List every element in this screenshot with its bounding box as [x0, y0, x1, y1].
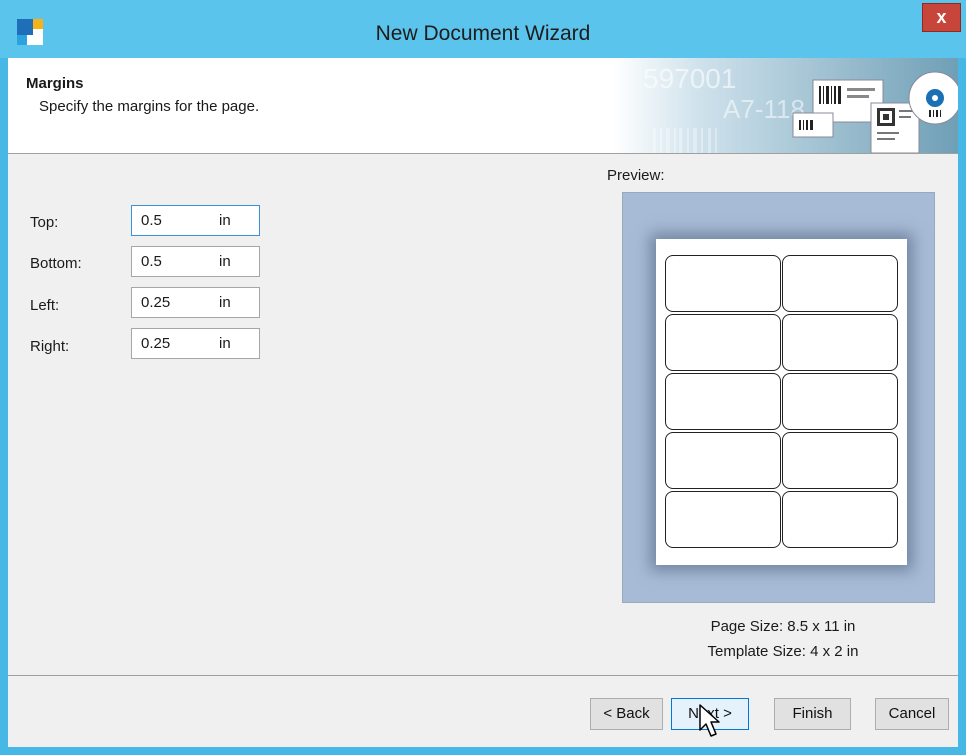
top-margin-input[interactable]: 0.5 in	[131, 205, 260, 236]
header-banner-image: 597001 A7-118	[613, 58, 958, 153]
label-cell	[665, 432, 781, 489]
label-cell	[665, 314, 781, 371]
page-title: Margins	[26, 75, 84, 92]
right-margin-input[interactable]: 0.25 in	[131, 328, 260, 359]
wizard-header: Margins Specify the margins for the page…	[8, 58, 958, 154]
label-cell	[782, 255, 898, 312]
page-subtitle: Specify the margins for the page.	[39, 98, 260, 115]
label-cell	[665, 373, 781, 430]
label-cell	[782, 491, 898, 548]
close-icon: x	[936, 7, 947, 27]
page-sheet	[656, 239, 907, 565]
finish-button[interactable]: Finish	[774, 698, 851, 730]
template-size-text: Template Size: 4 x 2 in	[707, 643, 859, 660]
cancel-button[interactable]: Cancel	[875, 698, 949, 730]
field-unit: in	[219, 253, 231, 270]
label-cell	[665, 491, 781, 548]
field-value: 0.25	[141, 294, 171, 311]
title-bar: New Document Wizard x	[0, 0, 966, 58]
footer-divider	[8, 675, 958, 676]
field-unit: in	[219, 294, 231, 311]
page-size-text: Page Size: 8.5 x 11 in	[710, 618, 856, 635]
mouse-pointer-icon	[699, 704, 720, 737]
left-margin-input[interactable]: 0.25 in	[131, 287, 260, 318]
wizard-body: Margins Specify the margins for the page…	[8, 58, 958, 747]
label-cell	[782, 314, 898, 371]
banner-text-1: 597001	[643, 63, 736, 94]
label-cell	[782, 432, 898, 489]
field-label: Top:	[30, 214, 59, 231]
field-value: 0.5	[141, 253, 162, 270]
window-title: New Document Wizard	[375, 22, 591, 45]
field-value: 0.25	[141, 335, 171, 352]
field-label: Bottom:	[30, 255, 82, 272]
preview-label: Preview:	[607, 167, 665, 184]
field-label: Left:	[30, 297, 60, 314]
preview-pane	[622, 192, 935, 603]
close-button[interactable]: x	[922, 3, 961, 32]
field-unit: in	[219, 212, 231, 229]
field-label: Right:	[30, 338, 70, 355]
field-unit: in	[219, 335, 231, 352]
bottom-margin-input[interactable]: 0.5 in	[131, 246, 260, 277]
label-cell	[782, 373, 898, 430]
field-value: 0.5	[141, 212, 162, 229]
back-button[interactable]: < Back	[590, 698, 663, 730]
label-cell	[665, 255, 781, 312]
